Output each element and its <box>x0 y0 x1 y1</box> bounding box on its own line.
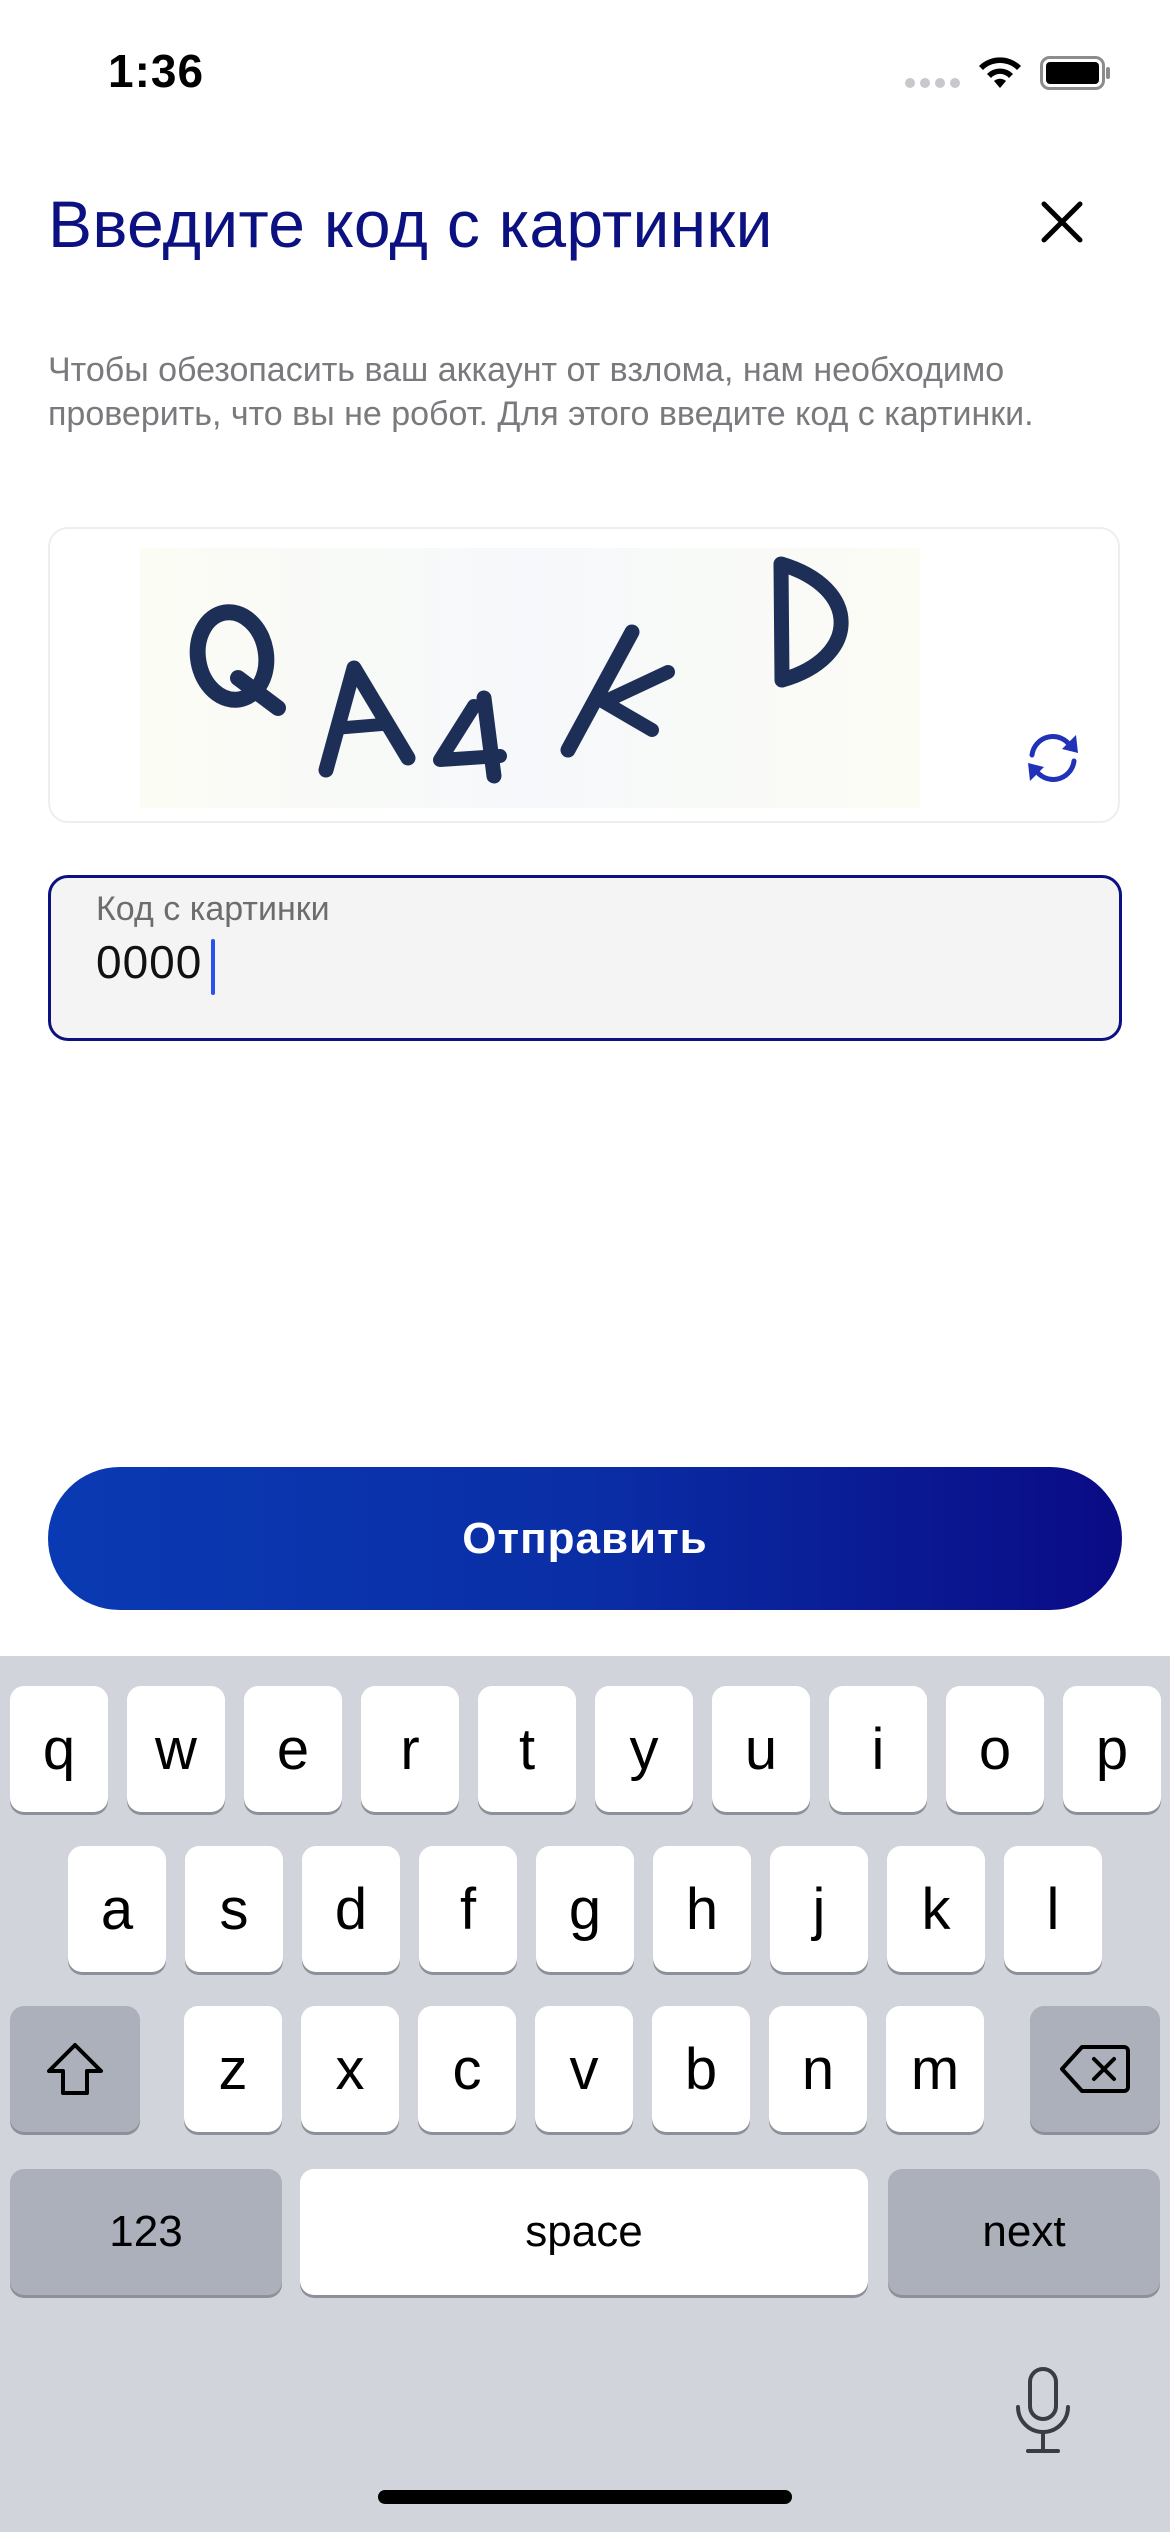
captcha-code-label: Код с картинки <box>96 890 330 928</box>
delete-key[interactable] <box>1030 2006 1160 2132</box>
key-u[interactable]: u <box>712 1686 810 1812</box>
refresh-captcha-icon[interactable] <box>1022 727 1084 789</box>
key-m[interactable]: m <box>886 2006 984 2132</box>
key-f[interactable]: f <box>419 1846 517 1972</box>
key-z[interactable]: z <box>184 2006 282 2132</box>
key-e[interactable]: e <box>244 1686 342 1812</box>
key-b[interactable]: b <box>652 2006 750 2132</box>
space-key[interactable]: space <box>300 2169 868 2295</box>
cellular-signal-icon <box>905 78 961 92</box>
keyboard: qwertyuiop asdfghjkl zxcvbnm 123 space n… <box>0 1656 1170 2532</box>
wifi-icon <box>979 57 1021 88</box>
key-h[interactable]: h <box>653 1846 751 1972</box>
captcha-image <box>140 548 920 808</box>
close-icon <box>1041 201 1083 243</box>
delete-icon <box>1060 2045 1130 2093</box>
shift-icon <box>47 2043 103 2095</box>
microphone-icon[interactable] <box>1008 2365 1078 2457</box>
key-a[interactable]: a <box>68 1846 166 1972</box>
page-title: Введите код с картинки <box>48 187 773 261</box>
key-n[interactable]: n <box>769 2006 867 2132</box>
key-v[interactable]: v <box>535 2006 633 2132</box>
key-x[interactable]: x <box>301 2006 399 2132</box>
captcha-code-value[interactable]: 0000 <box>96 935 202 989</box>
key-d[interactable]: d <box>302 1846 400 1972</box>
status-time: 1:36 <box>108 45 205 97</box>
key-j[interactable]: j <box>770 1846 868 1972</box>
key-l[interactable]: l <box>1004 1846 1102 1972</box>
key-p[interactable]: p <box>1063 1686 1161 1812</box>
return-key[interactable]: next <box>888 2169 1160 2295</box>
key-g[interactable]: g <box>536 1846 634 1972</box>
text-cursor <box>211 939 215 995</box>
description-text: Чтобы обезопасить ваш аккаунт от взлома,… <box>48 351 1034 433</box>
shift-key[interactable] <box>10 2006 140 2132</box>
submit-button[interactable]: Отправить <box>48 1467 1122 1610</box>
home-indicator <box>378 2490 792 2504</box>
key-y[interactable]: y <box>595 1686 693 1812</box>
key-q[interactable]: q <box>10 1686 108 1812</box>
key-t[interactable]: t <box>478 1686 576 1812</box>
key-w[interactable]: w <box>127 1686 225 1812</box>
numbers-key[interactable]: 123 <box>10 2169 282 2295</box>
battery-icon <box>1040 56 1110 90</box>
close-button[interactable] <box>1030 190 1094 254</box>
key-s[interactable]: s <box>185 1846 283 1972</box>
key-c[interactable]: c <box>418 2006 516 2132</box>
key-k[interactable]: k <box>887 1846 985 1972</box>
key-i[interactable]: i <box>829 1686 927 1812</box>
key-r[interactable]: r <box>361 1686 459 1812</box>
key-o[interactable]: o <box>946 1686 1044 1812</box>
